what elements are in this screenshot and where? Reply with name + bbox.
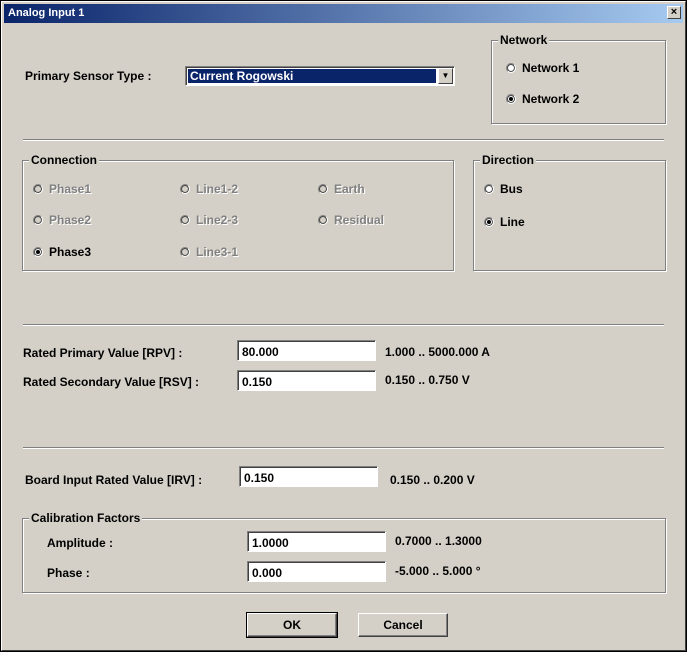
window-title: Analog Input 1	[8, 7, 85, 19]
radio-indicator	[318, 184, 328, 194]
irv-label: Board Input Rated Value [IRV] :	[25, 473, 203, 487]
amplitude-range: 0.7000 .. 1.3000	[395, 534, 482, 548]
radio-indicator	[318, 215, 328, 225]
primary-sensor-value: Current Rogowski	[188, 69, 436, 83]
direction-group: Direction Bus Line	[473, 153, 666, 271]
radio-earth[interactable]: Earth	[318, 182, 365, 196]
cancel-button[interactable]: Cancel	[358, 613, 448, 637]
radio-label: Network 2	[522, 92, 580, 106]
radio-network-2[interactable]: Network 2	[506, 92, 579, 106]
radio-indicator	[506, 63, 516, 73]
radio-indicator	[484, 217, 494, 227]
dialog-window: Analog Input 1 × Primary Sensor Type : C…	[1, 1, 686, 651]
radio-indicator	[484, 184, 494, 194]
network-caption: Network	[498, 33, 550, 47]
primary-sensor-select[interactable]: Current Rogowski ▼	[185, 66, 455, 86]
radio-bus[interactable]: Bus	[484, 182, 523, 196]
radio-indicator	[180, 184, 190, 194]
irv-input[interactable]	[239, 466, 378, 487]
radio-line1-2[interactable]: Line1-2	[180, 182, 238, 196]
radio-network-1[interactable]: Network 1	[506, 61, 579, 75]
radio-indicator	[180, 247, 190, 257]
radio-phase2[interactable]: Phase2	[33, 213, 91, 227]
radio-indicator	[33, 247, 43, 257]
radio-line[interactable]: Line	[484, 215, 525, 229]
rsv-label: Rated Secondary Value [RSV] :	[23, 375, 200, 389]
radio-label: Earth	[334, 182, 365, 196]
radio-phase1[interactable]: Phase1	[33, 182, 91, 196]
radio-indicator	[33, 184, 43, 194]
close-button[interactable]: ×	[667, 6, 681, 19]
radio-label: Phase1	[49, 182, 92, 196]
phase-range: -5.000 .. 5.000 °	[395, 564, 481, 578]
radio-label: Line2-3	[196, 213, 239, 227]
radio-indicator	[33, 215, 43, 225]
radio-label: Line1-2	[196, 182, 239, 196]
phase-label: Phase :	[47, 566, 90, 580]
rpv-label: Rated Primary Value [RPV] :	[23, 346, 183, 360]
radio-label: Network 1	[522, 61, 580, 75]
direction-caption: Direction	[480, 153, 537, 167]
radio-label: Phase3	[49, 245, 92, 259]
radio-label: Residual	[334, 213, 385, 227]
radio-indicator	[506, 94, 516, 104]
radio-label: Phase2	[49, 213, 92, 227]
phase-input[interactable]	[247, 561, 386, 582]
calibration-caption: Calibration Factors	[29, 511, 143, 525]
radio-line2-3[interactable]: Line2-3	[180, 213, 238, 227]
rsv-input[interactable]	[237, 370, 376, 391]
rpv-range: 1.000 .. 5000.000 A	[385, 345, 490, 359]
radio-phase3[interactable]: Phase3	[33, 245, 91, 259]
close-icon: ×	[670, 6, 678, 18]
connection-group: Connection Phase1 Phase2 Phase3 Line1-2 …	[22, 153, 454, 271]
separator	[23, 139, 664, 141]
radio-label: Bus	[500, 182, 523, 196]
radio-residual[interactable]: Residual	[318, 213, 384, 227]
connection-caption: Connection	[29, 153, 99, 167]
title-bar[interactable]: Analog Input 1 ×	[4, 4, 683, 23]
irv-range: 0.150 .. 0.200 V	[390, 473, 475, 487]
chevron-down-icon[interactable]: ▼	[438, 68, 453, 84]
separator	[23, 447, 664, 449]
rpv-input[interactable]	[237, 340, 376, 361]
amplitude-input[interactable]	[247, 531, 386, 552]
ok-button[interactable]: OK	[246, 612, 338, 638]
rsv-range: 0.150 .. 0.750 V	[385, 373, 470, 387]
amplitude-label: Amplitude :	[47, 536, 113, 550]
radio-label: Line	[500, 215, 525, 229]
primary-sensor-label: Primary Sensor Type :	[25, 69, 152, 83]
separator	[23, 324, 664, 326]
radio-indicator	[180, 215, 190, 225]
calibration-group: Calibration Factors Amplitude : 0.7000 .…	[22, 511, 666, 593]
radio-line3-1[interactable]: Line3-1	[180, 245, 238, 259]
network-group: Network Network 1 Network 2	[491, 33, 666, 124]
radio-label: Line3-1	[196, 245, 239, 259]
